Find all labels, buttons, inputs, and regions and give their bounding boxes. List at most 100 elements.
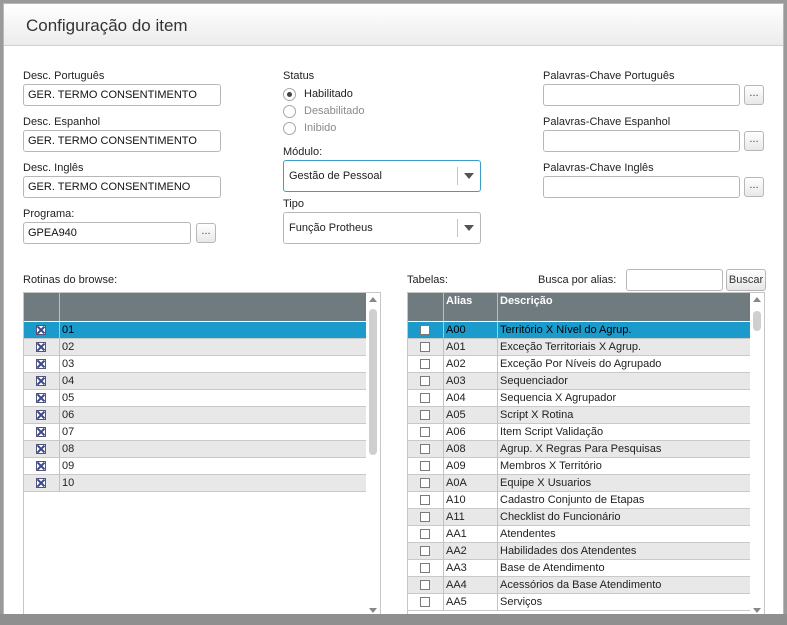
row-checkbox[interactable] <box>420 342 430 352</box>
rotinas-value-cell: 09 <box>62 460 75 472</box>
modulo-select[interactable]: Gestão de Pessoal <box>283 160 481 192</box>
row-checkbox[interactable] <box>420 546 430 556</box>
desc-en-input[interactable]: GER. TERMO CONSENTIMENO <box>23 176 221 198</box>
keywords-en-button[interactable]: ... <box>744 177 764 197</box>
tabelas-row[interactable]: A05 Script X Rotina <box>408 407 750 424</box>
row-checkbox[interactable] <box>36 410 46 420</box>
scroll-down-icon[interactable] <box>753 608 761 613</box>
tabelas-check-cell <box>408 560 444 577</box>
rotinas-check-column-header <box>24 293 60 321</box>
rotinas-row[interactable]: 01 <box>24 322 366 339</box>
tabelas-row[interactable]: A00 Território X Nível do Agrup. <box>408 322 750 339</box>
programa-input[interactable]: GPEA940 <box>23 222 191 244</box>
descricao-cell: Habilidades dos Atendentes <box>500 545 637 557</box>
descricao-cell: Checklist do Funcionário <box>500 511 621 523</box>
tabelas-check-cell <box>408 543 444 560</box>
rotinas-row[interactable]: 06 <box>24 407 366 424</box>
row-checkbox[interactable] <box>420 461 430 471</box>
rotinas-row[interactable]: 07 <box>24 424 366 441</box>
tabelas-row[interactable]: A06 Item Script Validação <box>408 424 750 441</box>
tabelas-grid[interactable]: Alias Descrição A00 Território X Nível do… <box>407 292 765 618</box>
row-checkbox[interactable] <box>420 410 430 420</box>
status-radio-desabilitado[interactable] <box>283 105 296 118</box>
rotinas-row[interactable]: 04 <box>24 373 366 390</box>
scroll-up-icon[interactable] <box>369 297 377 302</box>
tabelas-check-column-header <box>408 293 444 321</box>
tabelas-row[interactable]: AA3 Base de Atendimento <box>408 560 750 577</box>
tabelas-row[interactable]: AA1 Atendentes <box>408 526 750 543</box>
rotinas-row[interactable]: 02 <box>24 339 366 356</box>
rotinas-row[interactable]: 09 <box>24 458 366 475</box>
tabelas-row[interactable]: A03 Sequenciador <box>408 373 750 390</box>
keywords-pt-button[interactable]: ... <box>744 85 764 105</box>
row-checkbox[interactable] <box>36 342 46 352</box>
keywords-es-input[interactable] <box>543 130 740 152</box>
tabelas-row[interactable]: A01 Exceção Territoriais X Agrup. <box>408 339 750 356</box>
tabelas-row[interactable]: A02 Exceção Por Níveis do Agrupado <box>408 356 750 373</box>
rotinas-row[interactable]: 10 <box>24 475 366 492</box>
rotinas-value-cell: 01 <box>62 324 75 336</box>
row-checkbox[interactable] <box>420 529 430 539</box>
alias-column-header[interactable]: Alias <box>444 293 498 321</box>
tabelas-scrollbar[interactable] <box>750 293 764 617</box>
row-checkbox[interactable] <box>36 444 46 454</box>
tabelas-row[interactable]: AA2 Habilidades dos Atendentes <box>408 543 750 560</box>
rotinas-row[interactable]: 03 <box>24 356 366 373</box>
row-checkbox[interactable] <box>36 461 46 471</box>
tabelas-row[interactable]: AA4 Acessórios da Base Atendimento <box>408 577 750 594</box>
tabelas-row[interactable]: A0A Equipe X Usuarios <box>408 475 750 492</box>
tipo-select[interactable]: Função Protheus <box>283 212 481 244</box>
busca-alias-input[interactable] <box>626 269 723 291</box>
row-checkbox[interactable] <box>420 495 430 505</box>
status-inibido-label: Inibido <box>304 122 337 134</box>
row-checkbox[interactable] <box>420 325 430 335</box>
tabelas-row[interactable]: AA5 Serviços <box>408 594 750 611</box>
keywords-es-label: Palavras-Chave Espanhol <box>543 116 671 128</box>
alias-cell: A04 <box>444 390 498 407</box>
buscar-button[interactable]: Buscar <box>726 269 766 291</box>
row-checkbox[interactable] <box>36 376 46 386</box>
rotinas-label: Rotinas do browse: <box>23 274 118 286</box>
keywords-pt-input[interactable] <box>543 84 740 106</box>
row-checkbox[interactable] <box>420 512 430 522</box>
row-checkbox[interactable] <box>36 359 46 369</box>
tabelas-row[interactable]: A11 Checklist do Funcionário <box>408 509 750 526</box>
descricao-cell: Cadastro Conjunto de Etapas <box>500 494 645 506</box>
rotinas-scrollbar[interactable] <box>366 293 380 617</box>
row-checkbox[interactable] <box>36 478 46 488</box>
keywords-en-label: Palavras-Chave Inglês <box>543 162 654 174</box>
descricao-column-header[interactable]: Descrição <box>498 293 750 321</box>
combo-separator <box>457 219 458 237</box>
scroll-up-icon[interactable] <box>753 297 761 302</box>
row-checkbox[interactable] <box>420 563 430 573</box>
desc-pt-input[interactable]: GER. TERMO CONSENTIMENTO <box>23 84 221 106</box>
tabelas-row[interactable]: A08 Agrup. X Regras Para Pesquisas <box>408 441 750 458</box>
scroll-thumb[interactable] <box>369 309 377 455</box>
tabelas-row[interactable]: A04 Sequencia X Agrupador <box>408 390 750 407</box>
row-checkbox[interactable] <box>420 444 430 454</box>
row-checkbox[interactable] <box>420 427 430 437</box>
tabelas-check-cell <box>408 526 444 543</box>
scroll-thumb[interactable] <box>753 311 761 331</box>
row-checkbox[interactable] <box>36 393 46 403</box>
row-checkbox[interactable] <box>420 597 430 607</box>
row-checkbox[interactable] <box>36 427 46 437</box>
keywords-es-button[interactable]: ... <box>744 131 764 151</box>
row-checkbox[interactable] <box>420 393 430 403</box>
row-checkbox[interactable] <box>420 478 430 488</box>
desc-es-input[interactable]: GER. TERMO CONSENTIMENTO <box>23 130 221 152</box>
programa-lookup-button[interactable]: ... <box>196 223 216 243</box>
row-checkbox[interactable] <box>36 325 46 335</box>
rotinas-row[interactable]: 08 <box>24 441 366 458</box>
keywords-en-input[interactable] <box>543 176 740 198</box>
row-checkbox[interactable] <box>420 580 430 590</box>
tabelas-row[interactable]: A10 Cadastro Conjunto de Etapas <box>408 492 750 509</box>
status-radio-inibido[interactable] <box>283 122 296 135</box>
tabelas-row[interactable]: A09 Membros X Território <box>408 458 750 475</box>
row-checkbox[interactable] <box>420 376 430 386</box>
status-radio-habilitado[interactable] <box>283 88 296 101</box>
scroll-down-icon[interactable] <box>369 608 377 613</box>
row-checkbox[interactable] <box>420 359 430 369</box>
rotinas-row[interactable]: 05 <box>24 390 366 407</box>
rotinas-grid[interactable]: 01 02 03 04 05 06 07 08 09 10 <box>23 292 381 618</box>
